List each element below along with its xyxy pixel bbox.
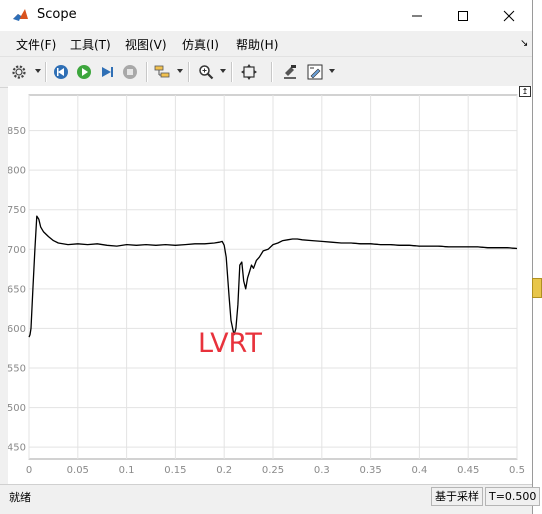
status-ready: 就绪 <box>9 491 31 504</box>
x-tick-label: 0.3 <box>314 465 330 476</box>
dock-arrow-icon[interactable]: ↘ <box>520 38 528 49</box>
step-forward-icon[interactable] <box>97 62 117 82</box>
minimize-button[interactable] <box>394 0 440 31</box>
toolbar-separator <box>271 62 273 82</box>
autoscale-icon[interactable] <box>239 62 259 82</box>
menu-view[interactable]: 视图(V) <box>125 36 167 53</box>
y-tick-label: 750 <box>8 205 26 216</box>
x-tick-label: 0.25 <box>262 465 284 476</box>
y-tick-label: 850 <box>8 126 26 137</box>
close-button[interactable] <box>486 0 532 31</box>
toolbar-separator <box>45 62 47 82</box>
maximize-button[interactable] <box>440 0 486 31</box>
x-tick-label: 0.1 <box>119 465 135 476</box>
undock-plot-icon[interactable]: ↥ <box>519 86 531 97</box>
style-dropdown-icon[interactable] <box>329 69 335 73</box>
scope-chart[interactable]: 0 0.05 0.1 0.15 0.2 0.25 0.3 0.35 0.4 0.45 0.5 450 5… <box>7 86 532 484</box>
status-bar: 就绪 基于采样 T=0.500 <box>0 484 541 507</box>
background-app-chip <box>532 278 542 298</box>
plot-panel: 0 0.05 0.1 0.15 0.2 0.25 0.3 0.35 0.4 0.45 0.5 450 5… <box>7 86 532 484</box>
zoom-dropdown-icon[interactable] <box>220 69 226 73</box>
y-tick-label: 800 <box>8 166 26 177</box>
y-tick-label: 500 <box>8 403 26 414</box>
style-icon[interactable] <box>305 62 325 82</box>
highlight-icon[interactable] <box>280 62 300 82</box>
x-tick-label: 0.15 <box>164 465 186 476</box>
status-sample-based: 基于采样 <box>431 487 483 506</box>
y-tick-label: 550 <box>8 364 26 375</box>
x-tick-label: 0.45 <box>457 465 479 476</box>
gear-dropdown-icon[interactable] <box>35 69 41 73</box>
toolbar-separator <box>146 62 148 82</box>
x-tick-label: 0.2 <box>216 465 232 476</box>
lvrt-annotation: LVRT <box>198 328 262 359</box>
menu-simulation[interactable]: 仿真(I) <box>182 36 219 53</box>
menu-bar: 文件(F) 工具(T) 视图(V) 仿真(I) 帮助(H) <box>0 31 532 55</box>
bottom-edge <box>0 506 532 514</box>
stop-icon[interactable] <box>120 62 140 82</box>
x-tick-label: 0 <box>26 465 32 476</box>
x-tick-label: 0.4 <box>411 465 427 476</box>
window-title: Scope <box>37 7 77 22</box>
run-icon[interactable] <box>74 62 94 82</box>
menu-tools[interactable]: 工具(T) <box>70 36 111 53</box>
x-tick-label: 0.5 <box>509 465 525 476</box>
signal-dropdown-icon[interactable] <box>177 69 183 73</box>
y-tick-label: 700 <box>8 245 26 256</box>
gear-icon[interactable] <box>9 62 29 82</box>
matlab-icon <box>12 7 29 24</box>
x-tick-label: 0.35 <box>359 465 381 476</box>
status-time: T=0.500 <box>485 487 541 506</box>
signal-select-icon[interactable] <box>152 62 172 82</box>
toolbar-separator <box>188 62 190 82</box>
zoom-icon[interactable] <box>196 62 216 82</box>
toolbar-separator <box>231 62 233 82</box>
scope-window: Scope 文件(F) 工具(T) 视图(V) 仿真(I) 帮助(H) ↘ 0 … <box>0 0 541 514</box>
y-tick-label: 600 <box>8 324 26 335</box>
y-tick-label: 650 <box>8 284 26 295</box>
step-back-icon[interactable] <box>51 62 71 82</box>
y-tick-label: 450 <box>8 443 26 454</box>
x-tick-label: 0.05 <box>67 465 89 476</box>
toolbar <box>0 56 532 88</box>
menu-help[interactable]: 帮助(H) <box>236 36 278 53</box>
menu-file[interactable]: 文件(F) <box>16 36 56 53</box>
title-bar: Scope <box>0 0 532 31</box>
